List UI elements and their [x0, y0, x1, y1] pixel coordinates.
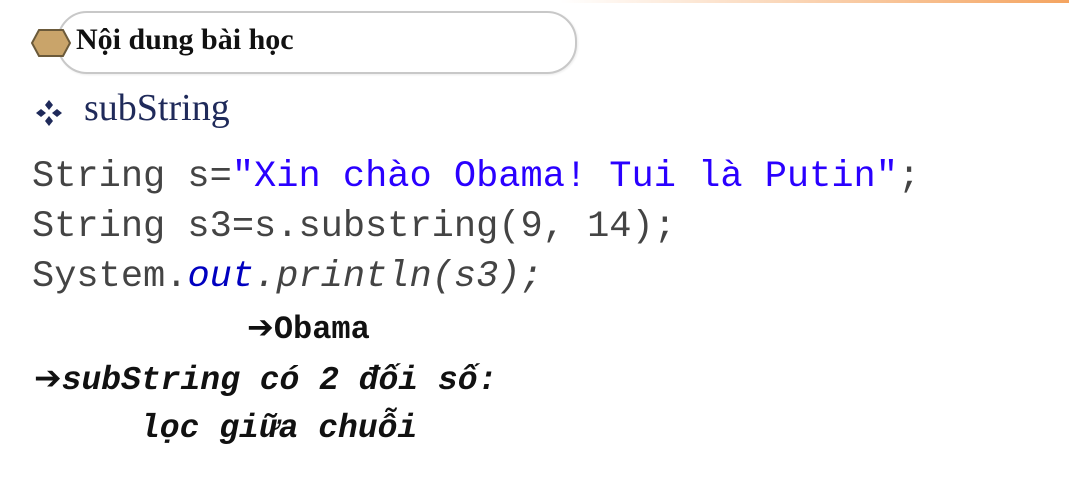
- hexagon-icon: [31, 29, 71, 57]
- note-line-1: ➔subString có 2 đối số:: [34, 358, 497, 399]
- result-text: Obama: [273, 311, 370, 348]
- code-line-3: System.out.println(s3);: [32, 255, 543, 299]
- arrow-right-icon: ➔: [34, 358, 62, 397]
- diamond-bullet-icon: [36, 100, 62, 126]
- code-text: System.: [32, 256, 188, 298]
- code-text: String s=: [32, 156, 232, 198]
- slide-title: Nội dung bài học: [76, 23, 294, 56]
- code-line-2: String s3=s.substring(9, 14);: [32, 205, 676, 249]
- top-accent-line: [560, 0, 1069, 3]
- code-text: ;: [897, 156, 921, 198]
- code-line-1: String s="Xin chào Obama! Tui là Putin";: [32, 155, 920, 199]
- code-text: String s3=s.substring(9, 14);: [32, 206, 676, 248]
- result-output: ➔Obama: [247, 308, 370, 348]
- arrow-right-icon: ➔: [247, 308, 274, 346]
- note-text: subString có 2 đối số:: [61, 362, 498, 399]
- string-literal: "Xin chào Obama! Tui là Putin": [231, 156, 898, 198]
- note-line-2: lọc giữa chuỗi: [140, 410, 418, 447]
- static-field: out: [187, 256, 255, 298]
- bullet-text: subString: [84, 87, 230, 129]
- method-call: .println(s3);: [254, 256, 543, 298]
